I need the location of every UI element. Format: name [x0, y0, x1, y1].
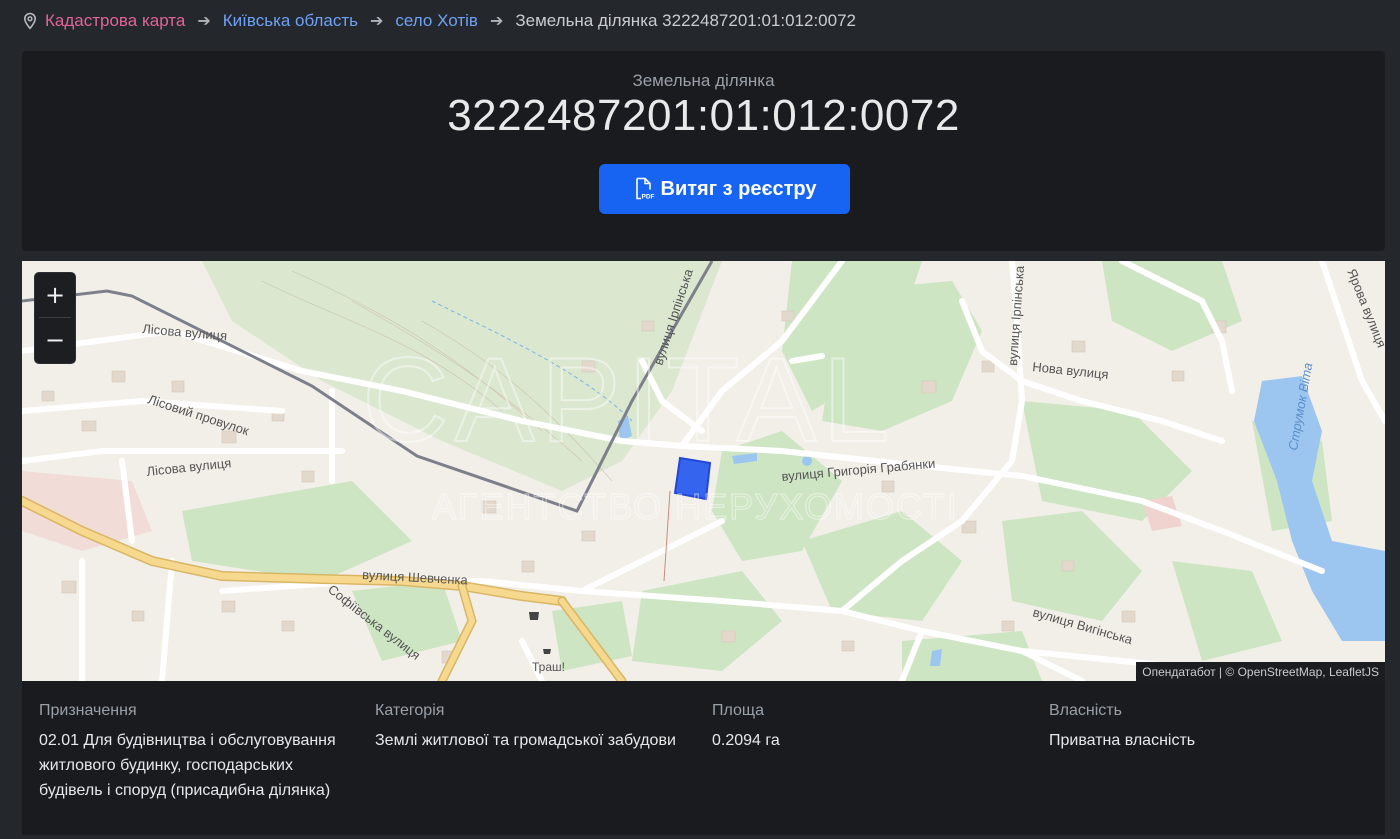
arrow-right-icon: ➔: [370, 13, 384, 30]
watermark-subtext: АГЕНТСТВО НЕРУХОМОСТІ: [432, 486, 959, 527]
street-label: Лісова вулиця: [142, 321, 228, 343]
ownership-field: Власність Приватна власність: [1049, 702, 1369, 753]
shop-icon: [529, 612, 539, 620]
attribution-opendatabot: Опендатабот: [1142, 664, 1216, 679]
ownership-value: Приватна власність: [1049, 732, 1196, 749]
purpose-value: 02.01 Для будівництва і обслуговування ж…: [39, 732, 336, 799]
svg-text:PDF: PDF: [641, 194, 654, 201]
pdf-file-icon: PDF: [633, 177, 655, 201]
registry-extract-label: Витяг з реєстру: [660, 177, 817, 200]
attribution-separator: | ©: [1215, 664, 1238, 679]
zoom-out-button[interactable]: −: [35, 318, 75, 362]
parcel-header: Земельна ділянка 3222487201:01:012:0072 …: [22, 51, 1385, 251]
purpose-field: Призначення 02.01 Для будівництва і обсл…: [39, 702, 359, 803]
breadcrumb-region-link[interactable]: Київська область: [223, 11, 358, 31]
arrow-right-icon: ➔: [489, 13, 504, 30]
category-value: Землі житлової та громадської забудови: [375, 732, 676, 749]
breadcrumb: Кадастрова карта ➔ Київська область ➔ се…: [22, 0, 856, 42]
parcel-subtitle: Земельна ділянка: [632, 71, 775, 90]
street-label: вулиця Ірпінська: [1005, 264, 1027, 366]
cadastral-map[interactable]: Лісова вулиця Лісовий провулок Лісова ву…: [22, 261, 1385, 681]
map-tiles[interactable]: Лісова вулиця Лісовий провулок Лісова ву…: [22, 261, 1385, 681]
arrow-right-icon: ➔: [197, 13, 211, 30]
map-pin-icon: [22, 12, 38, 30]
street-label: Лісова вулиця: [146, 455, 232, 479]
registry-extract-button[interactable]: PDF Витяг з реєстру: [599, 164, 850, 214]
street-label: Нова вулиця: [1032, 359, 1110, 382]
attribution-osm-link[interactable]: OpenStreetMap: [1238, 665, 1323, 679]
poi-label: Траш!: [532, 660, 565, 674]
breadcrumb-current-page: Земельна ділянка 3222487201:01:012:0072: [515, 11, 856, 30]
cart-icon: [543, 649, 551, 654]
breadcrumb-cadastral-map-link[interactable]: Кадастрова карта: [45, 11, 185, 31]
area-field: Площа 0.2094 га: [712, 702, 1032, 753]
area-label: Площа: [712, 702, 764, 719]
attribution-leaflet-link[interactable]: LeafletJS: [1329, 665, 1379, 679]
zoom-control: + −: [34, 272, 76, 364]
purpose-label: Призначення: [39, 702, 137, 719]
attribution-comma: ,: [1322, 664, 1329, 679]
area-value: 0.2094 га: [712, 732, 780, 749]
breadcrumb-village-link[interactable]: село Хотів: [395, 11, 478, 31]
parcel-cadastral-number: 3222487201:01:012:0072: [447, 91, 960, 140]
parcel-details: Призначення 02.01 Для будівництва і обсл…: [22, 681, 1385, 835]
zoom-in-button[interactable]: +: [35, 273, 75, 317]
ownership-label: Власність: [1049, 702, 1122, 719]
category-label: Категорія: [375, 702, 445, 719]
category-field: Категорія Землі житлової та громадської …: [375, 702, 695, 753]
map-attribution: Опендатабот | © OpenStreetMap , LeafletJ…: [1136, 662, 1385, 681]
watermark-text: CAPITAL: [362, 333, 895, 467]
street-label: Лісовий провулок: [146, 392, 251, 439]
